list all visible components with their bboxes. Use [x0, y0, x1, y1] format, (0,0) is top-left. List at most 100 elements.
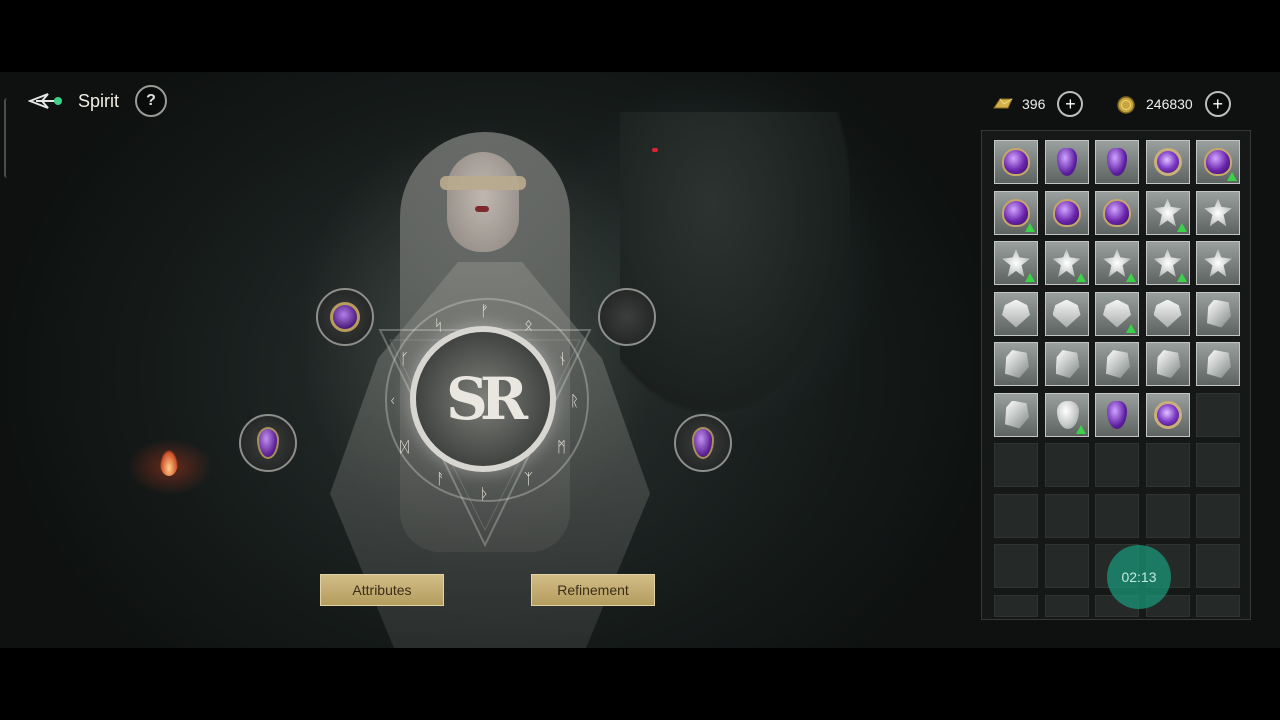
add-ingot-button[interactable]: +: [1057, 91, 1084, 117]
rune-glyph: ᚲ: [388, 392, 398, 410]
refinement-button[interactable]: Refinement: [531, 574, 655, 606]
inventory-slot-empty[interactable]: [1196, 594, 1240, 617]
inventory-slot-empty[interactable]: [1095, 493, 1139, 538]
rune-glyph: ᛞ: [400, 438, 410, 456]
socket-left[interactable]: [239, 414, 297, 472]
purple-drop-gem-icon: [692, 427, 714, 459]
inventory-slot-empty[interactable]: [1044, 443, 1089, 487]
rune-glyph: ᚠ: [480, 302, 490, 320]
spirit-emblem[interactable]: SR: [410, 326, 556, 472]
dragon-statue: [620, 112, 850, 412]
rune-glyph: ᚾ: [558, 350, 568, 368]
inventory-panel[interactable]: [981, 130, 1251, 620]
inventory-slot-item[interactable]: [1196, 140, 1240, 184]
help-button[interactable]: ?: [135, 85, 168, 117]
silver-star-icon: [1204, 249, 1232, 277]
inventory-slot-item[interactable]: [994, 392, 1038, 437]
purple-ring-gem-icon: [330, 302, 360, 332]
inventory-slot-item[interactable]: [1044, 392, 1089, 437]
emblem-glyph: SR: [445, 365, 528, 433]
inventory-slot-item[interactable]: [1044, 241, 1089, 285]
inventory-slot-empty[interactable]: [1145, 443, 1190, 487]
inventory-slot-item[interactable]: [1095, 342, 1139, 386]
purple-drop-icon: [1107, 148, 1127, 176]
rune-glyph: ᚴ: [400, 350, 410, 368]
inventory-slot-item[interactable]: [1095, 241, 1139, 285]
upgrade-arrow-icon: [1126, 323, 1136, 333]
inventory-slot-item[interactable]: [1145, 392, 1190, 437]
upgrade-arrow-icon: [1176, 273, 1187, 282]
rune-glyph: ᛟ: [524, 316, 534, 334]
coin-amount: 246830: [1146, 96, 1193, 112]
inventory-slot-empty[interactable]: [994, 544, 1038, 588]
silver-crystal-icon: [1005, 400, 1029, 429]
inventory-slot-item[interactable]: [1044, 190, 1089, 235]
inventory-slot-item[interactable]: [994, 140, 1038, 184]
inventory-slot-item[interactable]: [1145, 342, 1190, 386]
inventory-slot-empty[interactable]: [1095, 443, 1139, 487]
inventory-slot-empty[interactable]: [994, 594, 1038, 617]
inventory-slot-empty[interactable]: [1196, 493, 1240, 538]
letterbox-bottom: [0, 648, 1280, 720]
character-lips: [475, 206, 489, 212]
rune-glyph: ᛋ: [434, 316, 444, 334]
purple-drop-gem-icon: [257, 427, 279, 459]
socket-top-left[interactable]: [316, 288, 374, 346]
add-coin-button[interactable]: +: [1204, 91, 1231, 117]
inventory-slot-empty[interactable]: [1196, 392, 1240, 437]
silver-crystal-icon: [1207, 299, 1231, 328]
purple-gem-icon: [1002, 148, 1030, 176]
silver-crystal-icon: [1156, 350, 1181, 378]
upgrade-arrow-icon: [1176, 222, 1187, 232]
inventory-slot-item[interactable]: [994, 342, 1038, 386]
character-face: [447, 152, 519, 252]
inventory-slot-item[interactable]: [1145, 241, 1190, 285]
inventory-slot-item[interactable]: [1044, 342, 1089, 386]
side-drawer-handle[interactable]: [4, 98, 10, 178]
inventory-slot-empty[interactable]: [1044, 493, 1089, 538]
inventory-slot-empty[interactable]: [1044, 594, 1089, 617]
socket-top-right[interactable]: [598, 288, 656, 346]
inventory-slot-item[interactable]: [1095, 140, 1139, 184]
upgrade-arrow-icon: [1126, 273, 1136, 282]
inventory-slot-item[interactable]: [1196, 241, 1240, 285]
inventory-slot-item[interactable]: [1095, 190, 1139, 235]
inventory-slot-empty[interactable]: [1044, 544, 1089, 588]
inventory-slot-empty[interactable]: [994, 493, 1038, 538]
purple-round-icon: [1153, 400, 1182, 429]
inventory-slot-item[interactable]: [994, 241, 1038, 285]
upgrade-arrow-icon: [1227, 172, 1237, 181]
socket-right[interactable]: [674, 414, 732, 472]
inventory-slot-item[interactable]: [1044, 140, 1089, 184]
silver-crystal-icon: [1005, 350, 1029, 378]
inventory-slot-item[interactable]: [1095, 291, 1139, 336]
timer-badge[interactable]: 02:13: [1107, 545, 1171, 609]
currency-ingot: 396 +: [992, 91, 1084, 117]
inventory-slot-item[interactable]: [1145, 291, 1190, 336]
torch-flame: [160, 450, 178, 476]
inventory-slot-item[interactable]: [1196, 190, 1240, 235]
inventory-slot-item[interactable]: [1145, 140, 1190, 184]
inventory-slot-item[interactable]: [1145, 190, 1190, 235]
rune-glyph: ᚨ: [436, 470, 446, 488]
dragon-eye: [652, 148, 658, 152]
inventory-slot-item[interactable]: [994, 190, 1038, 235]
upgrade-arrow-icon: [1025, 273, 1035, 282]
inventory-slot-item[interactable]: [1095, 392, 1139, 437]
silver-star-icon: [1204, 198, 1232, 227]
silver-crest-icon: [1002, 299, 1030, 328]
inventory-slot-empty[interactable]: [1145, 493, 1190, 538]
inventory-slot-item[interactable]: [1196, 342, 1240, 386]
silver-crystal-icon: [1207, 350, 1231, 378]
inventory-slot-item[interactable]: [1044, 291, 1089, 336]
silver-crystal-icon: [1106, 350, 1130, 378]
attributes-button[interactable]: Attributes: [320, 574, 444, 606]
inventory-slot-item[interactable]: [1196, 291, 1240, 336]
silver-crest-icon: [1153, 299, 1182, 328]
inventory-slot-empty[interactable]: [1196, 544, 1240, 588]
inventory-slot-item[interactable]: [994, 291, 1038, 336]
currency-coin: 246830 +: [1116, 91, 1231, 117]
inventory-slot-empty[interactable]: [994, 443, 1038, 487]
inventory-slot-empty[interactable]: [1196, 443, 1240, 487]
page-header: Spirit ?: [27, 85, 168, 117]
